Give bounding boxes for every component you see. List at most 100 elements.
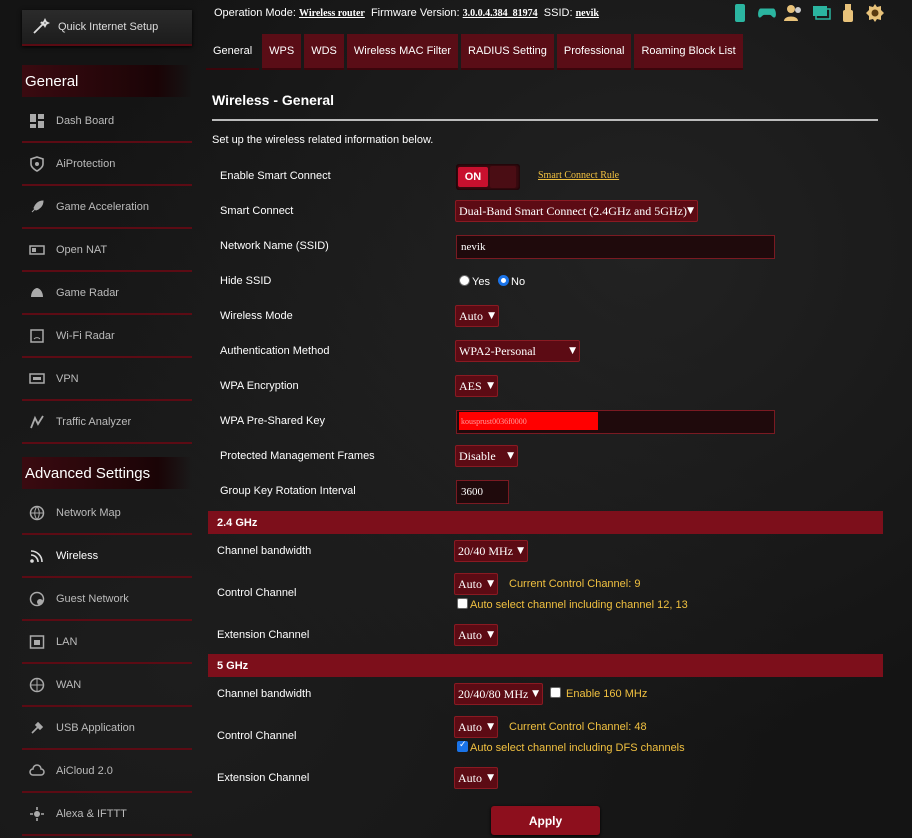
radar-icon (28, 284, 46, 302)
band5-extension-channel-select[interactable]: Auto ▼ (454, 767, 498, 789)
network-monitor-icon[interactable] (811, 3, 831, 23)
chevron-down-icon: ▼ (487, 773, 494, 783)
tab-wds[interactable]: WDS (304, 34, 344, 70)
page-title: Wireless - General (212, 92, 335, 108)
tab-radius-setting[interactable]: RADIUS Setting (461, 34, 554, 70)
tab-wps[interactable]: WPS (262, 34, 302, 70)
select-value: WPA2-Personal (459, 343, 536, 358)
sidebar-item-network-map[interactable]: Network Map (22, 493, 192, 535)
auth-method-select[interactable]: WPA2-Personal ▼ (455, 340, 580, 362)
band5-control-channel-select[interactable]: Auto ▼ (454, 716, 498, 738)
sidebar-item-wan[interactable]: WAN (22, 665, 192, 707)
sidebar-item-open-nat[interactable]: Open NAT (22, 230, 192, 272)
hide-ssid-yes-radio[interactable] (459, 275, 470, 286)
band24-bandwidth-select[interactable]: 20/40 MHz ▼ (454, 540, 528, 562)
select-value: AES (459, 378, 482, 393)
band24-auto-select-label: Auto select channel including channel 12… (470, 599, 688, 611)
pmf-select[interactable]: Disable ▼ (455, 445, 518, 467)
enable-160mhz-label: Enable 160 MHz (566, 688, 648, 700)
cloud-icon (28, 762, 46, 780)
enable-160mhz-checkbox[interactable] (550, 687, 561, 698)
tab-professional[interactable]: Professional (556, 34, 632, 70)
band5-auto-select-checkbox[interactable] (457, 740, 468, 752)
wpa-encryption-select[interactable]: AES ▼ (455, 375, 498, 397)
sidebar-item-label: Alexa & IFTTT (56, 808, 127, 820)
select-value: Auto (458, 576, 482, 591)
status-bar: Operation Mode: Wireless router Firmware… (214, 7, 599, 19)
users-icon[interactable] (784, 3, 804, 23)
band24-control-channel-select[interactable]: Auto ▼ (454, 573, 498, 595)
dashboard-icon (28, 112, 46, 130)
sidebar-item-wifi-radar[interactable]: Wi-Fi Radar (22, 316, 192, 358)
select-value: Auto (458, 770, 482, 785)
select-value: Disable (459, 448, 496, 463)
advanced-settings-title: Advanced Settings (22, 457, 192, 489)
wireless-mode-select[interactable]: Auto ▼ (455, 305, 499, 327)
apply-button[interactable]: Apply (491, 806, 600, 835)
sidebar-item-vpn[interactable]: VPN (22, 359, 192, 401)
sidebar-item-label: WAN (56, 679, 82, 691)
select-value: Dual-Band Smart Connect (2.4GHz and 5GHz… (459, 203, 687, 218)
hide-ssid-no-label: No (511, 276, 526, 288)
sidebar-item-aicloud[interactable]: AiCloud 2.0 (22, 751, 192, 793)
wifi-icon (28, 547, 46, 565)
band24-control-channel-label: Control Channel (217, 587, 297, 599)
sidebar-item-usb-application[interactable]: USB Application (22, 708, 192, 750)
sidebar-item-traffic-analyzer[interactable]: Traffic Analyzer (22, 402, 192, 444)
sidebar-item-guest-network[interactable]: Guest Network (22, 579, 192, 621)
sidebar-item-wireless[interactable]: Wireless (22, 536, 192, 578)
select-value: 20/40 MHz (458, 543, 513, 558)
firmware-update-icon[interactable] (865, 3, 885, 23)
sidebar-item-label: Wireless (56, 550, 99, 562)
chevron-down-icon: ▼ (487, 722, 494, 732)
wireless-mode-label: Wireless Mode (220, 310, 293, 322)
smart-connect-toggle[interactable]: ON (456, 164, 520, 190)
smart-connect-rule-link[interactable]: Smart Connect Rule (538, 170, 619, 181)
ssid-link[interactable]: nevik (576, 8, 599, 19)
quick-internet-setup-label: Quick Internet Setup (58, 21, 159, 33)
band24-extension-channel-select[interactable]: Auto ▼ (454, 624, 498, 646)
tab-general[interactable]: General (206, 34, 260, 70)
firmware-link[interactable]: 3.0.0.4.384_81974 (463, 8, 538, 19)
tab-roaming-block-list[interactable]: Roaming Block List (634, 34, 743, 70)
vpn-icon (28, 370, 46, 388)
sidebar-item-label: Game Acceleration (56, 201, 149, 213)
operation-mode-link[interactable]: Wireless router (299, 8, 365, 19)
smart-connect-label: Enable Smart Connect (220, 170, 331, 182)
rocket-icon (28, 198, 46, 216)
sidebar-item-label: LAN (56, 636, 78, 648)
sidebar-item-aiprotection[interactable]: AiProtection (22, 144, 192, 186)
traffic-icon (28, 413, 46, 431)
sidebar-item-game-radar[interactable]: Game Radar (22, 273, 192, 315)
tab-wireless-mac-filter[interactable]: Wireless MAC Filter (346, 34, 459, 70)
auth-method-label: Authentication Method (220, 345, 330, 357)
chevron-down-icon: ▼ (687, 206, 694, 216)
sidebar-item-alexa-ifttt[interactable]: Alexa & IFTTT (22, 794, 192, 836)
hide-ssid-no-radio[interactable] (498, 275, 509, 286)
toggle-on-label: ON (458, 167, 488, 187)
gamepad-icon[interactable] (757, 3, 777, 23)
sidebar-item-label: Wi-Fi Radar (56, 330, 115, 342)
band-5ghz-header: 5 GHz (208, 654, 883, 677)
sidebar-item-game-acceleration[interactable]: Game Acceleration (22, 187, 192, 229)
phone-app-icon[interactable] (730, 3, 750, 23)
chevron-down-icon: ▼ (487, 579, 494, 589)
sidebar-item-dashboard[interactable]: Dash Board (22, 101, 192, 143)
usb-status-icon[interactable] (838, 3, 858, 23)
ssid-input[interactable]: nevik (456, 235, 775, 259)
chevron-down-icon: ▼ (488, 311, 495, 321)
band5-bandwidth-select[interactable]: 20/40/80 MHz ▼ (454, 683, 543, 705)
chevron-down-icon: ▼ (507, 451, 514, 461)
quick-internet-setup-button[interactable]: Quick Internet Setup (22, 10, 192, 46)
band24-auto-select-checkbox[interactable] (457, 598, 468, 609)
chevron-down-icon: ▼ (517, 546, 524, 556)
gkri-input[interactable]: 3600 (456, 480, 509, 504)
smart-connect-mode-select[interactable]: Dual-Band Smart Connect (2.4GHz and 5GHz… (455, 200, 698, 222)
sidebar-item-label: AiProtection (56, 158, 116, 170)
sidebar-item-label: VPN (56, 373, 79, 385)
status-icons (730, 3, 885, 23)
band5-bandwidth-label: Channel bandwidth (217, 688, 312, 700)
sidebar-item-lan[interactable]: LAN (22, 622, 192, 664)
sidebar-item-label: Traffic Analyzer (56, 416, 132, 428)
wan-globe-icon (28, 676, 46, 694)
